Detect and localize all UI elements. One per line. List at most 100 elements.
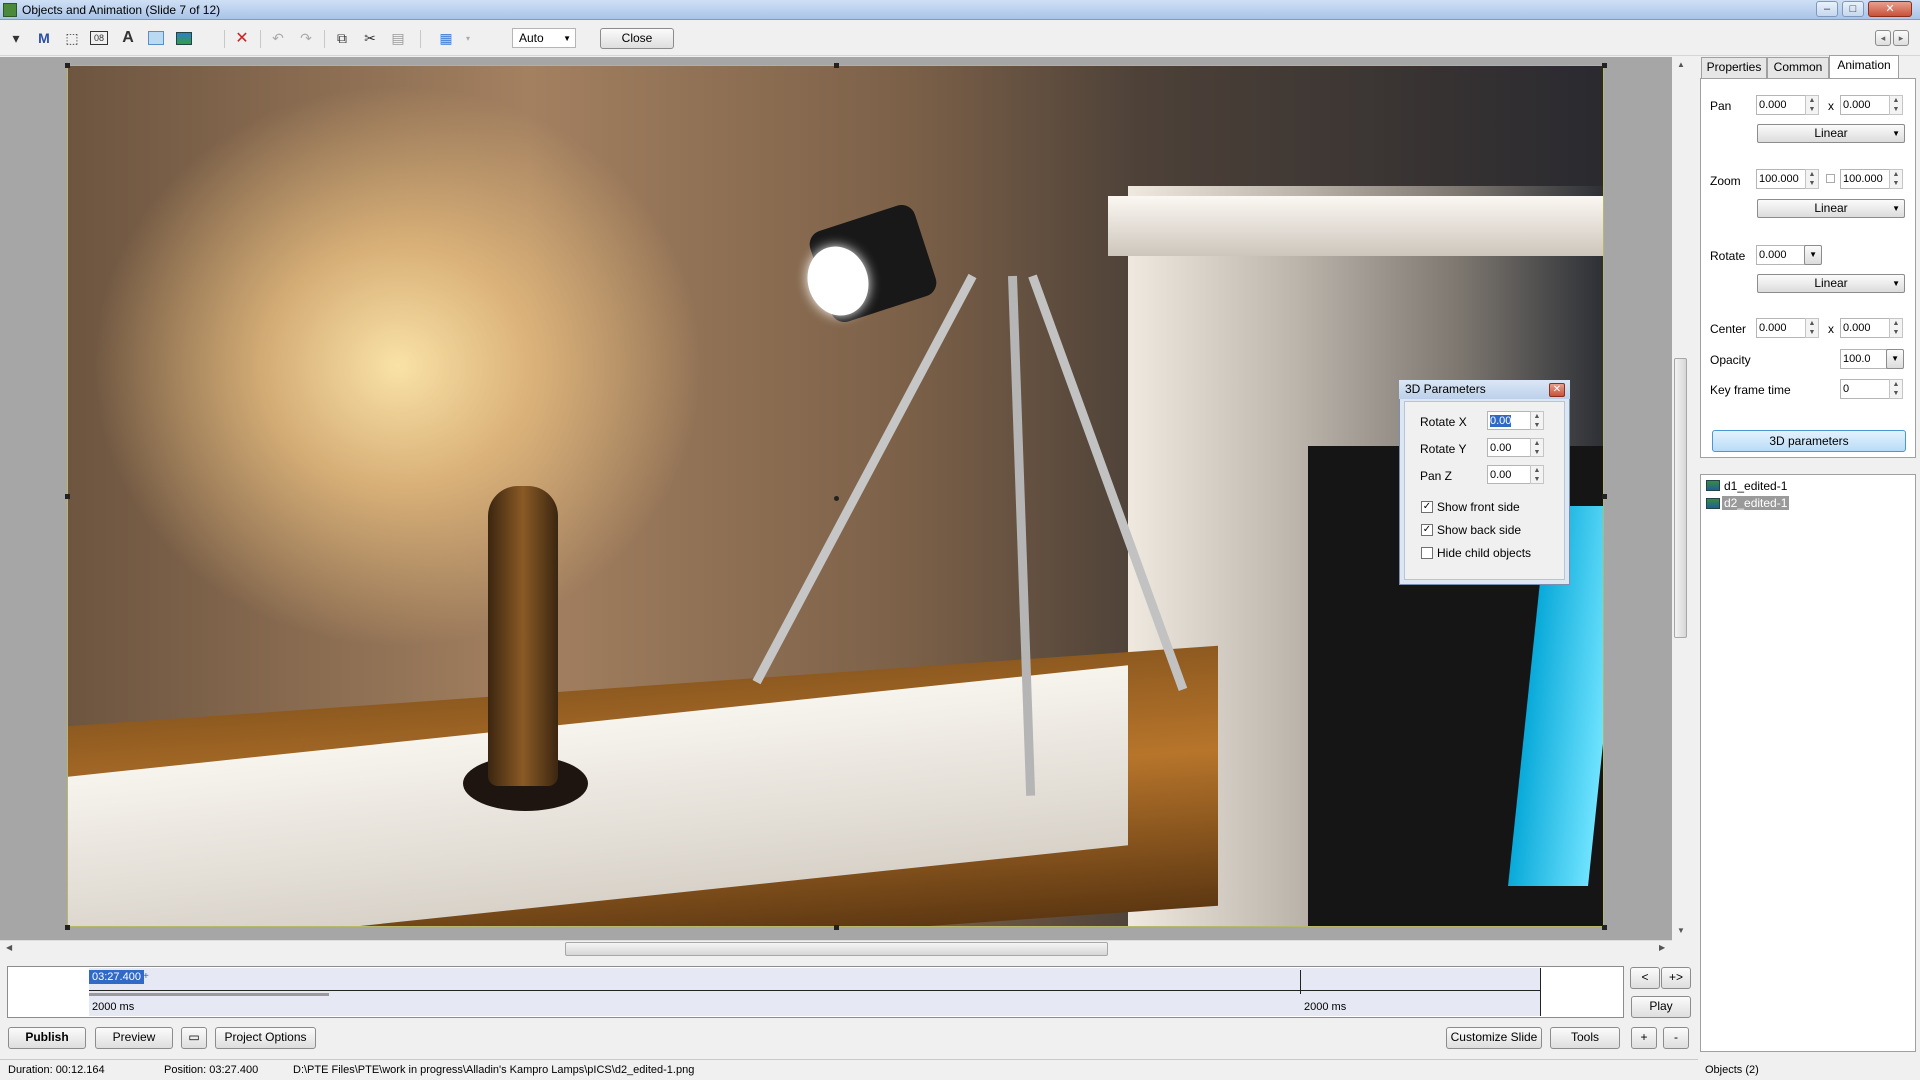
zoom-y-stepper[interactable]: ▲ ▼ [1889, 169, 1903, 189]
tools-button[interactable]: Tools [1550, 1027, 1620, 1049]
rectangle-icon[interactable] [146, 28, 166, 48]
rotate-dropdown[interactable]: ▼ [1804, 245, 1822, 265]
scroll-right-icon[interactable]: ▶ [1659, 943, 1665, 952]
timeline-fit-button[interactable]: +> [1661, 967, 1691, 989]
pan-y-stepper[interactable]: ▲ ▼ [1889, 95, 1903, 115]
frame-icon[interactable]: ⬚ [62, 28, 82, 48]
rotate-y-stepper[interactable]: ▲ ▼ [1530, 438, 1544, 457]
zoom-link-checkbox[interactable] [1826, 174, 1835, 183]
preview-button[interactable]: Preview [95, 1027, 173, 1049]
redo-icon[interactable]: ↷ [296, 28, 316, 48]
rotate-input[interactable]: 0.000 [1756, 245, 1806, 265]
tab-common[interactable]: Common [1767, 57, 1829, 78]
center-label: Center [1710, 322, 1747, 336]
projector-icon[interactable]: ▾ [6, 28, 26, 48]
pan-label: Pan [1710, 99, 1732, 113]
resize-handle[interactable] [1602, 925, 1607, 930]
pan-z-stepper[interactable]: ▲ ▼ [1530, 465, 1544, 484]
center-separator: x [1828, 322, 1834, 336]
delete-icon[interactable]: ✕ [232, 28, 252, 48]
image-icon[interactable] [174, 28, 194, 48]
pan-y-input[interactable]: 0.000 [1840, 95, 1896, 115]
center-handle[interactable] [834, 496, 839, 501]
rotate-mode-select[interactable]: Linear ▼ [1757, 274, 1905, 293]
undo-icon[interactable]: ↶ [268, 28, 288, 48]
rotate-y-input[interactable]: 0.00 [1487, 438, 1531, 457]
slideshow-icon[interactable]: ▭ [181, 1027, 207, 1049]
scroll-up-icon[interactable]: ▲ [1677, 60, 1685, 69]
cut-icon[interactable]: ✂ [360, 28, 380, 48]
object-list-item-selected[interactable]: d2_edited-1 [1722, 496, 1790, 510]
timeline-position[interactable]: 03:27.400 [89, 970, 144, 984]
zoom-out-button[interactable]: - [1663, 1027, 1689, 1049]
nav-prev-button[interactable]: ◂ [1875, 30, 1891, 46]
project-options-button[interactable]: Project Options [215, 1027, 316, 1049]
maximize-button[interactable]: □ [1842, 1, 1864, 17]
copy-icon[interactable]: ⧉ [332, 28, 352, 48]
customize-slide-button[interactable]: Customize Slide [1446, 1027, 1542, 1049]
zoom-label: Zoom [1710, 174, 1741, 188]
timeline-keyframe-marker[interactable] [1300, 970, 1301, 994]
zoom-x-stepper[interactable]: ▲ ▼ [1805, 169, 1819, 189]
zoom-in-button[interactable]: + [1631, 1027, 1657, 1049]
pan-z-input[interactable]: 0.00 [1487, 465, 1531, 484]
grid-icon[interactable]: ▦ [436, 28, 456, 48]
zoom-mode-select[interactable]: Linear ▼ [1757, 199, 1905, 218]
timeline-add-keyframe[interactable]: + [143, 971, 149, 982]
timeline-duration-right: 2000 ms [1304, 1001, 1347, 1013]
grid-dropdown-icon[interactable]: ▾ [458, 28, 478, 48]
paste-icon[interactable]: ▤ [388, 28, 408, 48]
zoom-select[interactable]: Auto ▼ [512, 28, 576, 48]
tab-animation[interactable]: Animation [1829, 55, 1899, 78]
show-front-checkbox[interactable]: ✓ [1421, 501, 1433, 513]
show-back-checkbox[interactable]: ✓ [1421, 524, 1433, 536]
resize-handle[interactable] [834, 63, 839, 68]
publish-button[interactable]: Publish [8, 1027, 86, 1049]
resize-handle[interactable] [1602, 63, 1607, 68]
center-x-stepper[interactable]: ▲ ▼ [1805, 318, 1819, 338]
pan-mode-select[interactable]: Linear ▼ [1757, 124, 1905, 143]
keyframe-time-input[interactable]: 0 [1840, 379, 1896, 399]
resize-handle[interactable] [834, 925, 839, 930]
3d-parameters-button[interactable]: 3D parameters [1712, 430, 1906, 452]
nav-next-button[interactable]: ▸ [1893, 30, 1909, 46]
close-icon[interactable]: ✕ [1549, 383, 1565, 397]
center-y-input[interactable]: 0.000 [1840, 318, 1896, 338]
opacity-dropdown[interactable]: ▼ [1886, 349, 1904, 369]
counter-icon[interactable]: 08 [90, 31, 108, 45]
minimize-button[interactable]: – [1816, 1, 1838, 17]
rotate-x-stepper[interactable]: ▲ ▼ [1530, 411, 1544, 430]
resize-handle[interactable] [65, 925, 70, 930]
resize-handle[interactable] [65, 494, 70, 499]
zoom-mode-value: Linear [1814, 201, 1848, 215]
object-list-item[interactable]: d1_edited-1 [1724, 479, 1787, 493]
pan-x-stepper[interactable]: ▲ ▼ [1805, 95, 1819, 115]
hide-child-checkbox[interactable] [1421, 547, 1433, 559]
play-button[interactable]: Play [1631, 996, 1691, 1018]
opacity-input[interactable]: 100.0 [1840, 349, 1888, 369]
center-x-input[interactable]: 0.000 [1756, 318, 1812, 338]
m-icon[interactable]: M [34, 28, 54, 48]
center-y-stepper[interactable]: ▲ ▼ [1889, 318, 1903, 338]
timeline-prev-button[interactable]: < [1630, 967, 1660, 989]
objects-list [1700, 474, 1916, 1052]
scroll-down-icon[interactable]: ▼ [1677, 926, 1685, 935]
scroll-left-icon[interactable]: ◀ [6, 943, 12, 952]
rotate-y-label: Rotate Y [1420, 442, 1467, 456]
resize-handle[interactable] [1602, 494, 1607, 499]
horizontal-scroll-thumb[interactable] [565, 942, 1108, 956]
window-close-button[interactable]: ✕ [1868, 1, 1912, 17]
zoom-x-input[interactable]: 100.000 [1756, 169, 1812, 189]
tab-properties[interactable]: Properties [1701, 57, 1767, 78]
keyframe-time-stepper[interactable]: ▲ ▼ [1889, 379, 1903, 399]
tripod-leg-decor [752, 273, 977, 685]
timeline-progress [89, 993, 329, 996]
rotate-x-input[interactable]: 0.00 [1487, 411, 1531, 430]
show-front-label: Show front side [1437, 500, 1520, 514]
resize-handle[interactable] [65, 63, 70, 68]
close-button[interactable]: Close [600, 28, 674, 49]
pan-x-input[interactable]: 0.000 [1756, 95, 1812, 115]
zoom-y-input[interactable]: 100.000 [1840, 169, 1896, 189]
text-icon[interactable]: A [118, 28, 138, 48]
vertical-scroll-thumb[interactable] [1674, 358, 1687, 638]
